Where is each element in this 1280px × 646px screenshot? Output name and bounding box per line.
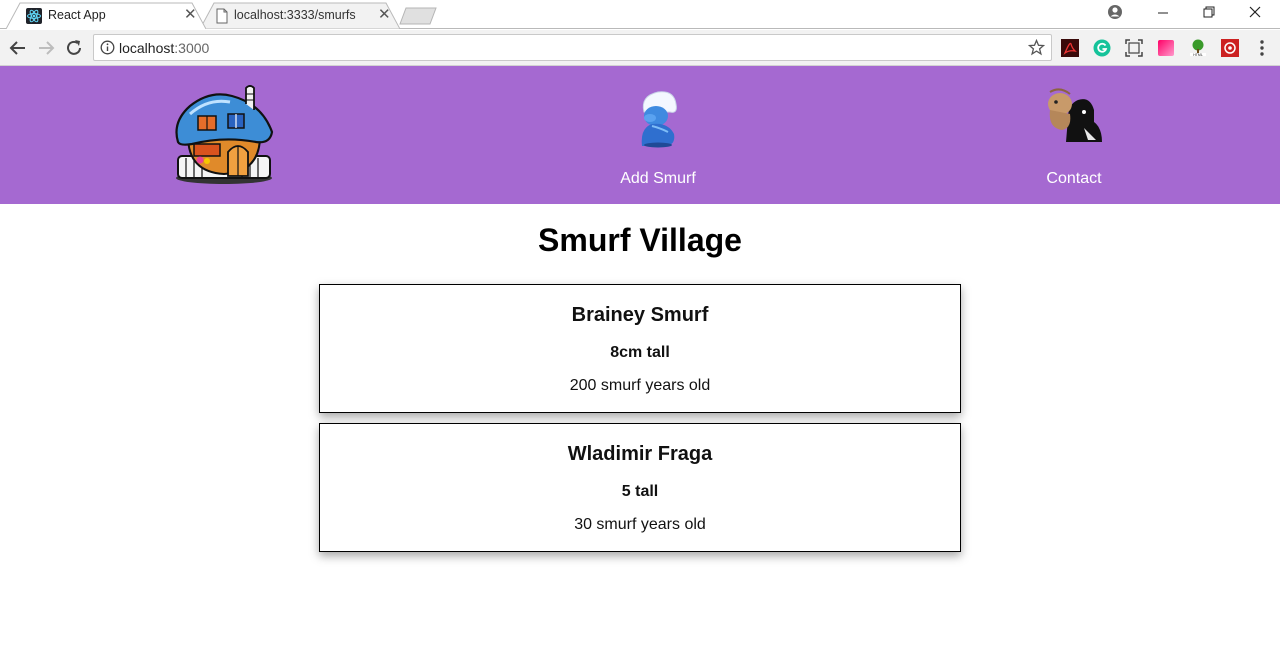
- html-tree-icon[interactable]: HTML: [1189, 39, 1207, 57]
- page-icon: [216, 8, 228, 24]
- forward-arrow-icon[interactable]: [35, 37, 57, 59]
- contact-icon: [1048, 88, 1102, 142]
- nav-contact[interactable]: Contact: [1024, 66, 1124, 204]
- address-url: localhost:3000: [119, 40, 209, 56]
- nav-add-smurf[interactable]: Add Smurf: [598, 66, 718, 204]
- tab-strip: localhost:3333/smurfs ✕ React App ✕: [0, 0, 1280, 30]
- close-tab-icon[interactable]: ✕: [378, 7, 391, 23]
- svg-text:HTML: HTML: [1193, 53, 1203, 57]
- restore-button[interactable]: [1189, 4, 1229, 24]
- bookmark-star-icon[interactable]: [1028, 39, 1045, 56]
- smurf-height: 5 tall: [621, 483, 659, 500]
- smurf-height: 8cm tall: [610, 344, 670, 361]
- tab-react-app[interactable]: React App ✕: [6, 2, 206, 29]
- address-port: :3000: [174, 40, 210, 56]
- smurf-icon: [641, 91, 677, 148]
- minimize-button[interactable]: [1143, 4, 1183, 24]
- browser-toolbar: localhost:3000 HTML: [0, 30, 1280, 66]
- smurf-card: Brainey Smurf 8cm tall 200 smurf years o…: [319, 284, 961, 413]
- address-host: localhost: [119, 40, 175, 56]
- tab-title: localhost:3333/smurfs: [234, 8, 356, 22]
- tab-smurfs-api[interactable]: localhost:3333/smurfs ✕: [200, 2, 400, 29]
- pdf-icon[interactable]: [1061, 39, 1079, 57]
- smurf-name: Wladimir Fraga: [567, 443, 713, 465]
- red-extension-icon[interactable]: [1221, 39, 1239, 57]
- nav-contact-label: Contact: [1046, 170, 1102, 187]
- screenshot-icon[interactable]: [1125, 39, 1143, 57]
- grammarly-icon[interactable]: [1093, 39, 1111, 57]
- color-icon[interactable]: [1157, 39, 1175, 57]
- reload-icon[interactable]: [63, 37, 85, 59]
- new-tab-button[interactable]: [398, 7, 438, 25]
- smurf-house-icon[interactable]: [172, 84, 276, 186]
- close-tab-icon[interactable]: ✕: [184, 7, 197, 23]
- tab-title: React App: [48, 8, 106, 22]
- smurf-name: Brainey Smurf: [571, 304, 709, 326]
- smurf-card: Wladimir Fraga 5 tall 30 smurf years old: [319, 423, 961, 552]
- address-bar[interactable]: localhost:3000: [93, 34, 1052, 61]
- back-arrow-icon[interactable]: [7, 37, 29, 59]
- profile-icon[interactable]: [1095, 4, 1135, 24]
- page-title: Smurf Village: [538, 222, 742, 258]
- close-window-button[interactable]: [1235, 4, 1275, 24]
- smurf-age: 30 smurf years old: [574, 516, 706, 533]
- site-header: Add Smurf Contact: [0, 66, 1280, 204]
- nav-add-smurf-label: Add Smurf: [620, 170, 696, 187]
- smurf-age: 200 smurf years old: [569, 377, 711, 394]
- menu-icon[interactable]: [1254, 39, 1270, 57]
- react-icon: [26, 8, 42, 24]
- info-icon[interactable]: [100, 40, 115, 55]
